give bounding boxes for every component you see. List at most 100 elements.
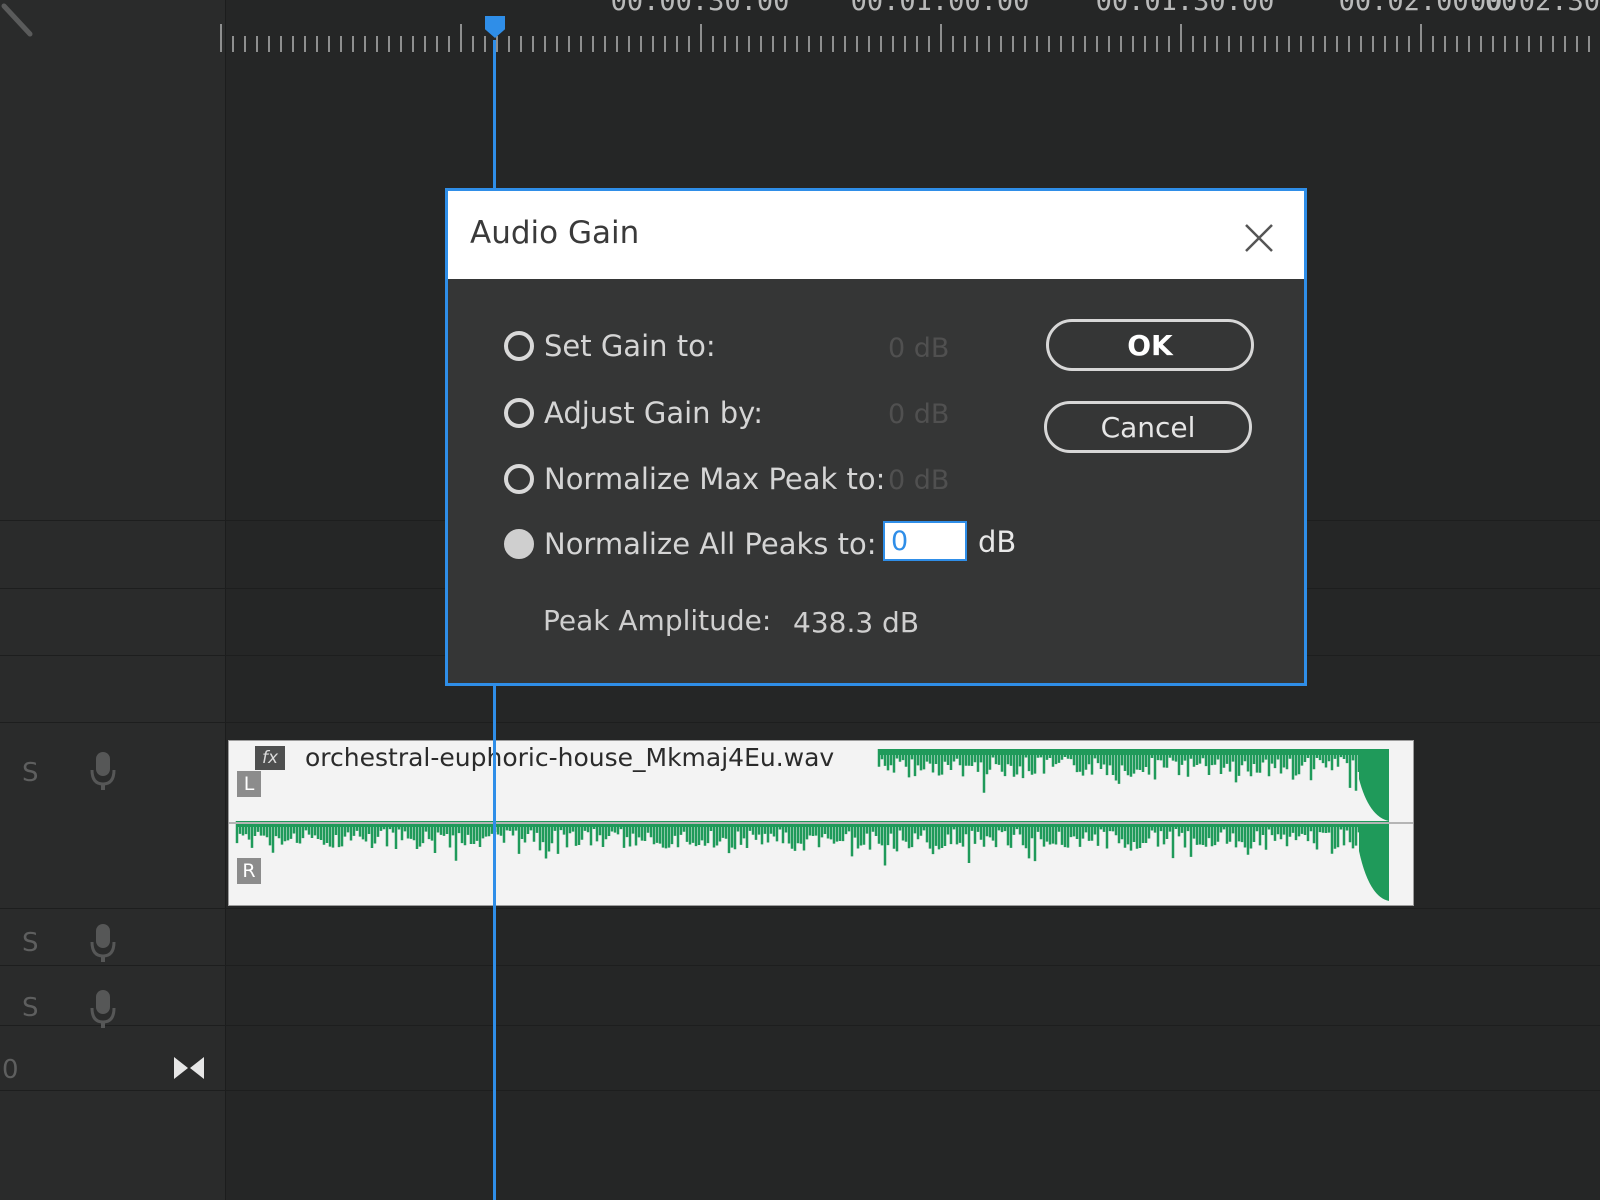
ruler-tick [268,36,270,52]
audio-clip[interactable]: fx orchestral-euphoric-house_Mkmaj4Eu.wa… [228,740,1414,906]
ruler-tick [760,36,762,52]
ruler-tick [1372,36,1374,52]
ruler-tick [1588,36,1590,52]
ruler-tick [808,36,810,52]
ruler-tick [280,36,282,52]
ruler-tick [712,36,714,52]
ruler-tick [1228,36,1230,52]
ruler-tick [1072,36,1074,52]
ruler-tick [1492,36,1494,52]
track-divider [0,965,1600,966]
set-gain-radio[interactable] [504,331,534,361]
adjust-gain-label: Adjust Gain by: [544,396,764,430]
ok-button[interactable]: OK [1046,319,1254,371]
microphone-icon[interactable] [90,990,116,1030]
adjust-gain-radio[interactable] [504,398,534,428]
track-divider [0,722,1600,723]
ruler-tick [364,36,366,52]
set-gain-label: Set Gain to: [544,329,716,363]
ruler-tick [448,36,450,52]
ruler-tick [304,36,306,52]
ruler-timecode: 00:01:00:00 [850,0,1030,17]
microphone-icon[interactable] [90,752,116,792]
ruler-tick [256,36,258,52]
audio-gain-dialog: Audio Gain Set Gain to: 0 dB Adjust Gain… [445,188,1307,686]
ruler-tick [1540,36,1542,52]
ruler-tick [1156,36,1158,52]
ruler-tick [532,36,534,52]
fx-badge[interactable]: fx [255,746,285,770]
ruler-tick [544,36,546,52]
ruler-tick [352,36,354,52]
ruler-tick [1300,36,1302,52]
ruler-tick [1120,36,1122,52]
ruler-tick [1288,36,1290,52]
waveform-tail [1359,821,1389,901]
ruler-tick [1348,36,1350,52]
time-ruler[interactable]: 00:00:30:00 00:01:00:00 00:01:30:00 00:0… [220,0,1600,62]
normalize-all-peaks-input[interactable] [883,521,967,561]
ruler-tick [1420,24,1422,52]
adjust-gain-option[interactable]: Adjust Gain by: [504,393,763,433]
solo-button[interactable]: S [22,993,39,1023]
ruler-tick [1096,36,1098,52]
ruler-tick [376,36,378,52]
ruler-tick [676,36,678,52]
ruler-tick [1360,36,1362,52]
ruler-tick [388,36,390,52]
set-gain-value: 0 dB [888,333,950,364]
peak-amplitude-value: 438.3 dB [793,606,920,639]
normalize-max-peak-radio[interactable] [504,464,534,494]
normalize-all-peaks-option[interactable]: Normalize All Peaks to: [504,524,877,564]
ruler-tick [580,36,582,52]
ruler-tick [748,36,750,52]
clip-filename: orchestral-euphoric-house_Mkmaj4Eu.wav [305,743,835,772]
ruler-tick [736,36,738,52]
cancel-button[interactable]: Cancel [1044,401,1252,453]
set-gain-option[interactable]: Set Gain to: [504,326,716,366]
track-divider [0,1025,1600,1026]
wrench-icon[interactable] [0,0,42,42]
ruler-tick [904,36,906,52]
ruler-tick [568,36,570,52]
ruler-tick [1240,36,1242,52]
ruler-tick [772,36,774,52]
microphone-icon[interactable] [90,924,116,964]
ruler-tick [628,36,630,52]
ruler-tick [724,36,726,52]
ruler-tick [232,36,234,52]
ruler-tick [1396,36,1398,52]
normalize-all-peaks-radio[interactable] [504,529,534,559]
solo-button[interactable]: S [22,758,39,788]
db-unit-label: dB [978,525,1017,559]
ruler-tick [940,24,942,52]
dialog-titlebar[interactable]: Audio Gain [448,191,1304,279]
ruler-tick [1144,36,1146,52]
ruler-tick [640,36,642,52]
ruler-tick [1192,36,1194,52]
ruler-tick [844,36,846,52]
waveform-channel [235,821,1379,866]
close-icon[interactable] [1242,221,1276,255]
ruler-tick [796,36,798,52]
solo-button[interactable]: S [22,928,39,958]
ruler-tick [1576,36,1578,52]
bowtie-icon[interactable] [172,1055,206,1081]
ruler-tick [316,36,318,52]
waveform-channel [877,749,1379,793]
ruler-tick [1480,36,1482,52]
ruler-tick [1168,36,1170,52]
waveform-tail [1359,749,1389,821]
ruler-tick [484,36,486,52]
normalize-max-peak-option[interactable]: Normalize Max Peak to: [504,459,885,499]
ruler-tick [1084,36,1086,52]
ruler-tick [868,36,870,52]
ruler-tick [520,36,522,52]
ruler-tick [1264,36,1266,52]
ruler-tick [424,36,426,52]
ruler-tick [244,36,246,52]
normalize-max-peak-value: 0 dB [888,465,950,496]
right-channel-label: R [237,858,261,884]
ruler-tick [1552,36,1554,52]
ruler-tick [1528,36,1530,52]
